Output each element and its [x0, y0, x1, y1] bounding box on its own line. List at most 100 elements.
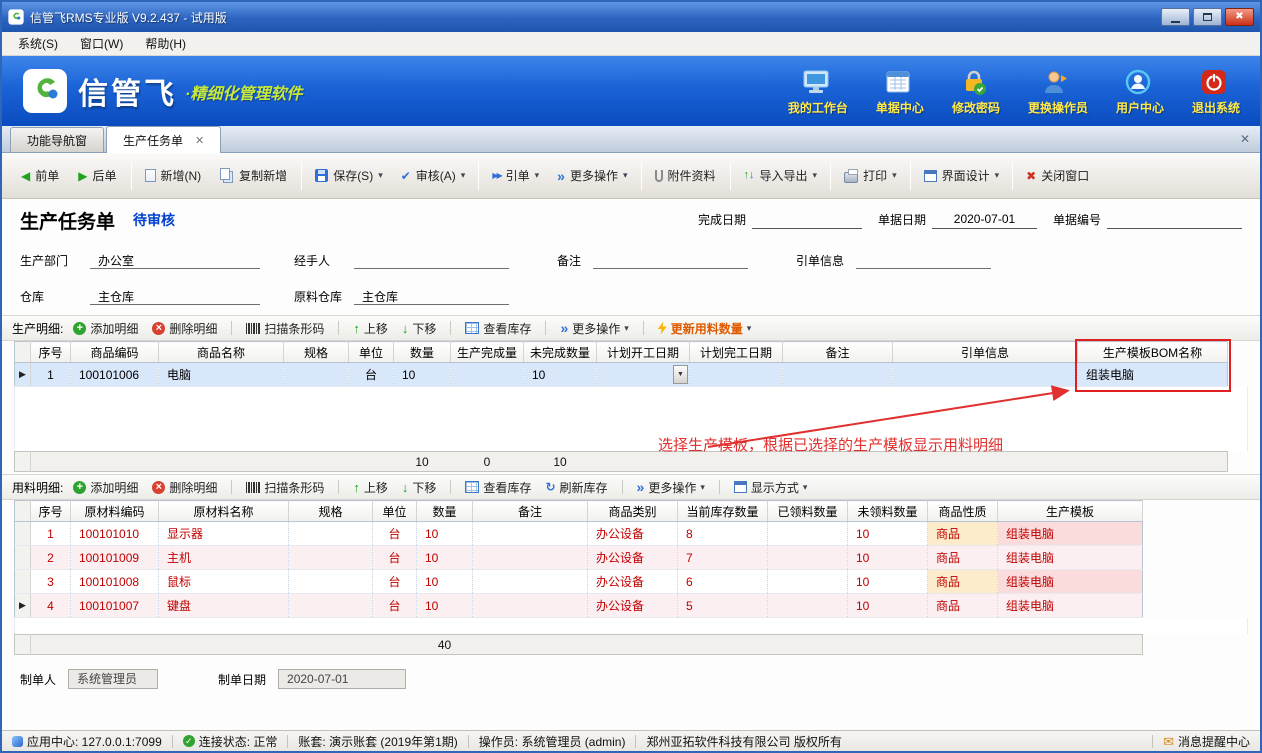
move-down-button[interactable]: ↓下移 — [402, 479, 437, 496]
cell[interactable]: 10 — [848, 570, 928, 594]
tab-strip-close-icon[interactable]: ✕ — [1240, 132, 1250, 146]
cell[interactable]: 100101007 — [71, 594, 159, 618]
cell[interactable]: 鼠标 — [159, 570, 289, 594]
cell[interactable]: 台 — [349, 363, 394, 387]
cell[interactable]: 5 — [678, 594, 768, 618]
exit-system-button[interactable]: 退出系统 — [1192, 67, 1240, 116]
attachments-button[interactable]: 附件资料 — [646, 161, 726, 190]
doc-date-field[interactable]: 2020-07-01 — [932, 212, 1037, 229]
column-header[interactable]: 规格 — [289, 501, 373, 522]
print-button[interactable]: 打印▾ — [835, 161, 906, 190]
tab-production-order[interactable]: 生产任务单✕ — [106, 126, 221, 153]
column-header[interactable]: 引单信息 — [893, 342, 1078, 363]
add-row-button[interactable]: +添加明细 — [73, 479, 138, 496]
cell[interactable] — [451, 363, 524, 387]
minimize-button[interactable] — [1161, 8, 1190, 26]
cell[interactable]: 100101008 — [71, 570, 159, 594]
cell[interactable] — [893, 363, 1078, 387]
cell[interactable]: 100101006 — [71, 363, 159, 387]
row-indicator[interactable] — [15, 570, 31, 594]
column-header[interactable]: 序号 — [31, 342, 71, 363]
scan-barcode-button[interactable]: 扫描条形码 — [246, 479, 324, 496]
dropdown-arrow-icon[interactable]: ▾ — [461, 170, 466, 181]
finish-date-field[interactable] — [752, 212, 862, 229]
remark-field[interactable] — [593, 252, 748, 269]
pull-doc-button[interactable]: ▶▶引单▾ — [483, 161, 548, 190]
column-header[interactable]: 备注 — [473, 501, 588, 522]
cell[interactable] — [473, 546, 588, 570]
column-header[interactable]: 原材料名称 — [159, 501, 289, 522]
column-header[interactable]: 原材料编码 — [71, 501, 159, 522]
cell[interactable]: 10 — [524, 363, 597, 387]
cell[interactable]: 组装电脑 — [1078, 363, 1228, 387]
cell[interactable]: 1 — [31, 363, 71, 387]
cell[interactable] — [768, 570, 848, 594]
cell[interactable] — [289, 546, 373, 570]
cell[interactable]: 8 — [678, 522, 768, 546]
cell[interactable]: 10 — [848, 546, 928, 570]
cell[interactable]: 商品 — [928, 594, 998, 618]
view-stock-button[interactable]: 查看库存 — [465, 320, 531, 337]
new-doc-button[interactable]: 新增(N) — [136, 161, 212, 190]
column-header[interactable]: 商品性质 — [928, 501, 998, 522]
cell[interactable] — [768, 546, 848, 570]
cell[interactable] — [473, 522, 588, 546]
material-warehouse-field[interactable]: 主仓库 — [354, 288, 509, 305]
cell[interactable]: 组装电脑 — [998, 570, 1143, 594]
menu-item-1[interactable]: 窗口(W) — [70, 32, 133, 55]
column-header[interactable]: 数量 — [417, 501, 473, 522]
cell[interactable] — [473, 594, 588, 618]
column-header[interactable]: 未完成数量 — [524, 342, 597, 363]
view-stock-button[interactable]: 查看库存 — [465, 479, 531, 496]
cell[interactable]: 办公设备 — [588, 522, 678, 546]
menu-item-2[interactable]: 帮助(H) — [135, 32, 196, 55]
cell[interactable] — [690, 363, 783, 387]
copy-new-button[interactable]: 复制新增 — [211, 161, 297, 190]
column-header[interactable]: 商品类别 — [588, 501, 678, 522]
cell[interactable]: 组装电脑 — [998, 522, 1143, 546]
move-down-button[interactable]: ↓下移 — [402, 320, 437, 337]
cell[interactable]: 办公设备 — [588, 594, 678, 618]
cell[interactable]: 10 — [417, 570, 473, 594]
save-button[interactable]: 保存(S)▾ — [306, 161, 392, 190]
dropdown-arrow-icon[interactable]: ▾ — [813, 170, 818, 181]
cell[interactable]: 显示器 — [159, 522, 289, 546]
row-indicator[interactable]: ▶ — [15, 363, 31, 387]
dropdown-arrow-icon[interactable]: ▾ — [378, 170, 383, 181]
dropdown-arrow-icon[interactable]: ▾ — [535, 170, 540, 181]
cell[interactable]: 10 — [417, 546, 473, 570]
cell[interactable]: 10 — [848, 522, 928, 546]
change-password-button[interactable]: 修改密码 — [952, 67, 1000, 116]
row-indicator[interactable]: ▶ — [15, 594, 31, 618]
document-center-button[interactable]: 单据中心 — [876, 67, 924, 116]
menu-item-0[interactable]: 系统(S) — [8, 32, 68, 55]
row-indicator[interactable] — [15, 546, 31, 570]
more-actions-button[interactable]: »更多操作▾ — [548, 161, 636, 190]
delete-row-button[interactable]: ×删除明细 — [152, 479, 217, 496]
import-export-button[interactable]: ↑↓导入导出▾ — [735, 161, 827, 190]
column-header[interactable]: 当前库存数量 — [678, 501, 768, 522]
update-material-qty-button[interactable]: 更新用料数量▾ — [658, 320, 752, 337]
cell[interactable]: 商品 — [928, 522, 998, 546]
cell[interactable]: 电脑 — [159, 363, 284, 387]
scan-barcode-button[interactable]: 扫描条形码 — [246, 320, 324, 337]
doc-number-field[interactable] — [1107, 212, 1242, 229]
prev-doc-button[interactable]: ◀前单 — [12, 161, 69, 190]
dropdown-arrow-icon[interactable]: ▾ — [803, 482, 808, 493]
cell[interactable] — [783, 363, 893, 387]
add-row-button[interactable]: +添加明细 — [73, 320, 138, 337]
more-actions-button[interactable]: »更多操作▾ — [560, 320, 628, 337]
dropdown-arrow-icon[interactable]: ▾ — [624, 323, 629, 334]
refresh-stock-button[interactable]: ↻刷新库存 — [545, 479, 607, 496]
cell[interactable]: 10 — [417, 594, 473, 618]
cell[interactable]: 商品 — [928, 570, 998, 594]
column-header[interactable]: 生产模板BOM名称 — [1078, 342, 1228, 363]
column-header[interactable]: 未领料数量 — [848, 501, 928, 522]
dropdown-arrow-icon[interactable]: ▾ — [995, 170, 1000, 181]
handler-field[interactable] — [354, 252, 509, 269]
cell[interactable]: 台 — [373, 546, 417, 570]
column-header[interactable]: 计划开工日期 — [597, 342, 690, 363]
ui-design-button[interactable]: 界面设计▾ — [915, 161, 1009, 190]
column-header[interactable]: 计划完工日期 — [690, 342, 783, 363]
cell[interactable]: 7 — [678, 546, 768, 570]
